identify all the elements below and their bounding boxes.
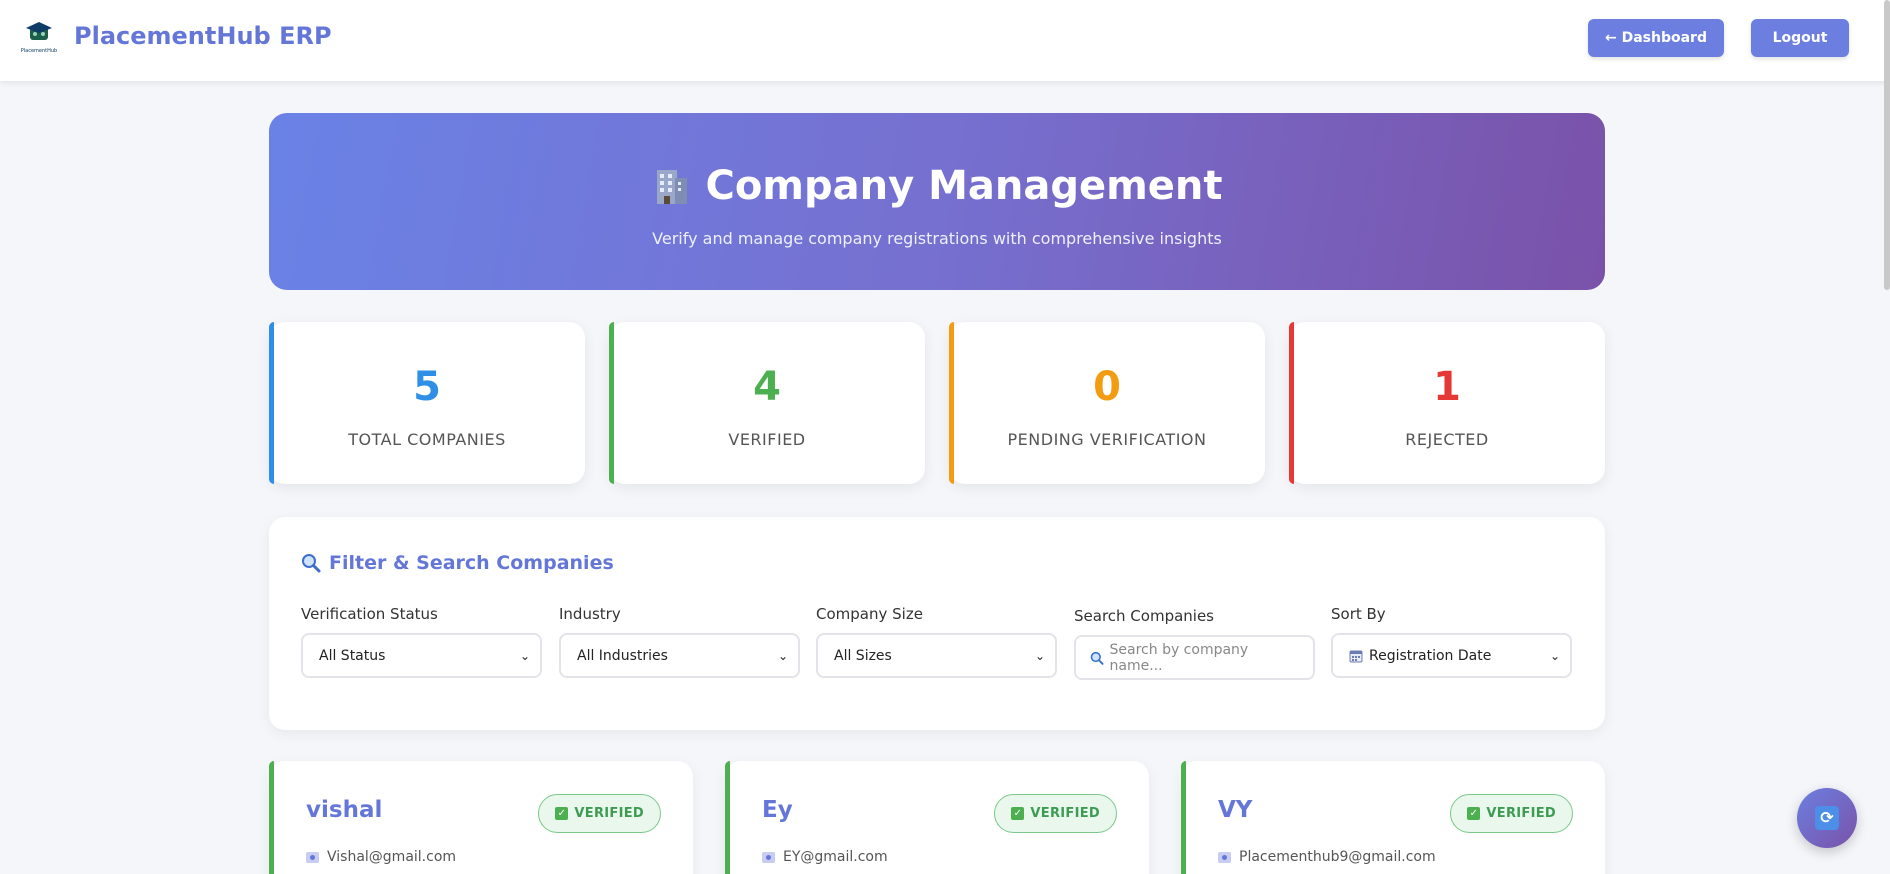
checkmark-icon: ✓ — [555, 807, 569, 820]
company-card[interactable]: VY ✓ VERIFIED Placementhub9@gmail.com — [1181, 761, 1605, 874]
chevron-down-icon: ⌄ — [777, 648, 788, 663]
status-badge-text: VERIFIED — [1030, 806, 1100, 821]
sort-select[interactable]: Registration Date ⌄ — [1331, 633, 1572, 678]
filter-panel: Filter & Search Companies Verification S… — [269, 517, 1605, 730]
stat-value: 1 — [1433, 364, 1461, 410]
refresh-icon: ⟳ — [1815, 806, 1839, 830]
company-name: VY — [1218, 797, 1253, 823]
status-select[interactable]: All Status ⌄ — [301, 633, 542, 678]
checkmark-icon: ✓ — [1467, 807, 1481, 820]
status-filter-label: Verification Status — [301, 605, 438, 623]
industry-filter: Industry All Industries ⌄ — [559, 605, 800, 678]
chevron-down-icon: ⌄ — [519, 648, 530, 663]
company-email: Vishal@gmail.com — [306, 849, 456, 865]
stat-label: PENDING VERIFICATION — [1007, 430, 1207, 449]
magnifier-icon — [302, 554, 321, 573]
sort-select-value: Registration Date — [1369, 647, 1492, 664]
chevron-down-icon: ⌄ — [1034, 648, 1045, 663]
page-scrollbar[interactable] — [1884, 0, 1890, 290]
logo-text: PlacementHub — [21, 48, 57, 54]
stat-card-verified: 4 VERIFIED — [609, 322, 925, 484]
status-select-value: All Status — [319, 647, 386, 664]
stat-card-pending: 0 PENDING VERIFICATION — [949, 322, 1265, 484]
graduation-cap-logo-icon: PlacementHub — [21, 22, 57, 54]
stat-label: REJECTED — [1405, 430, 1489, 449]
filter-title-text: Filter & Search Companies — [329, 552, 614, 574]
calendar-icon — [1349, 650, 1363, 662]
company-email-text: Vishal@gmail.com — [327, 849, 457, 865]
size-select-value: All Sizes — [834, 647, 892, 664]
sort-label: Sort By — [1331, 605, 1386, 623]
company-email-text: EY@gmail.com — [783, 849, 888, 865]
company-email: EY@gmail.com — [762, 849, 888, 865]
checkmark-icon: ✓ — [1011, 807, 1025, 820]
stat-value: 4 — [753, 364, 781, 410]
office-building-icon — [657, 170, 688, 204]
stat-value: 0 — [1093, 364, 1121, 410]
search-filter: Search Companies Search by company name.… — [1074, 607, 1315, 680]
status-badge: ✓ VERIFIED — [994, 794, 1117, 833]
dashboard-button[interactable]: ← Dashboard — [1588, 19, 1724, 57]
email-icon — [1218, 851, 1231, 863]
stat-label: VERIFIED — [728, 430, 806, 449]
status-badge: ✓ VERIFIED — [1450, 794, 1573, 833]
industry-select-value: All Industries — [577, 647, 668, 664]
page-title-row: Company Management — [269, 163, 1605, 209]
search-label: Search Companies — [1074, 607, 1214, 625]
company-card[interactable]: vishal ✓ VERIFIED Vishal@gmail.com — [269, 761, 693, 874]
page-subtitle: Verify and manage company registrations … — [652, 229, 1222, 248]
logo[interactable]: PlacementHub — [20, 20, 58, 54]
company-name: vishal — [306, 797, 383, 823]
logout-button[interactable]: Logout — [1751, 19, 1849, 57]
size-filter: Company Size All Sizes ⌄ — [816, 605, 1057, 678]
search-placeholder: Search by company name... — [1109, 641, 1249, 674]
size-filter-label: Company Size — [816, 605, 923, 623]
stat-card-rejected: 1 REJECTED — [1289, 322, 1605, 484]
status-badge: ✓ VERIFIED — [538, 794, 661, 833]
email-icon — [306, 851, 319, 863]
sort-select-content: Registration Date — [1349, 648, 1491, 664]
stat-value: 5 — [413, 364, 441, 410]
search-icon — [1090, 651, 1104, 665]
brand-title[interactable]: PlacementHub ERP — [74, 22, 332, 50]
industry-select[interactable]: All Industries ⌄ — [559, 633, 800, 678]
hero-banner: Company Management Verify and manage com… — [269, 113, 1605, 290]
company-email-text: Placementhub9@gmail.com — [1239, 849, 1436, 865]
company-name: Ey — [762, 797, 793, 823]
status-filter: Verification Status All Status ⌄ — [301, 605, 542, 678]
sort-filter: Sort By Registration Date ⌄ — [1331, 605, 1572, 678]
page-title: Company Management — [705, 163, 1223, 209]
refresh-button[interactable]: ⟳ — [1797, 788, 1857, 848]
search-input[interactable]: Search by company name... — [1074, 635, 1315, 680]
stat-label: TOTAL COMPANIES — [348, 430, 506, 449]
email-icon — [762, 851, 775, 863]
size-select[interactable]: All Sizes ⌄ — [816, 633, 1057, 678]
company-card[interactable]: Ey ✓ VERIFIED EY@gmail.com — [725, 761, 1149, 874]
status-badge-text: VERIFIED — [1486, 806, 1556, 821]
filter-panel-title: Filter & Search Companies — [301, 552, 614, 574]
industry-filter-label: Industry — [559, 605, 621, 623]
top-navbar: PlacementHub PlacementHub ERP ← Dashboar… — [0, 0, 1890, 81]
status-badge-text: VERIFIED — [574, 806, 644, 821]
company-email: Placementhub9@gmail.com — [1218, 849, 1436, 865]
chevron-down-icon: ⌄ — [1549, 648, 1560, 663]
stat-card-total: 5 TOTAL COMPANIES — [269, 322, 585, 484]
